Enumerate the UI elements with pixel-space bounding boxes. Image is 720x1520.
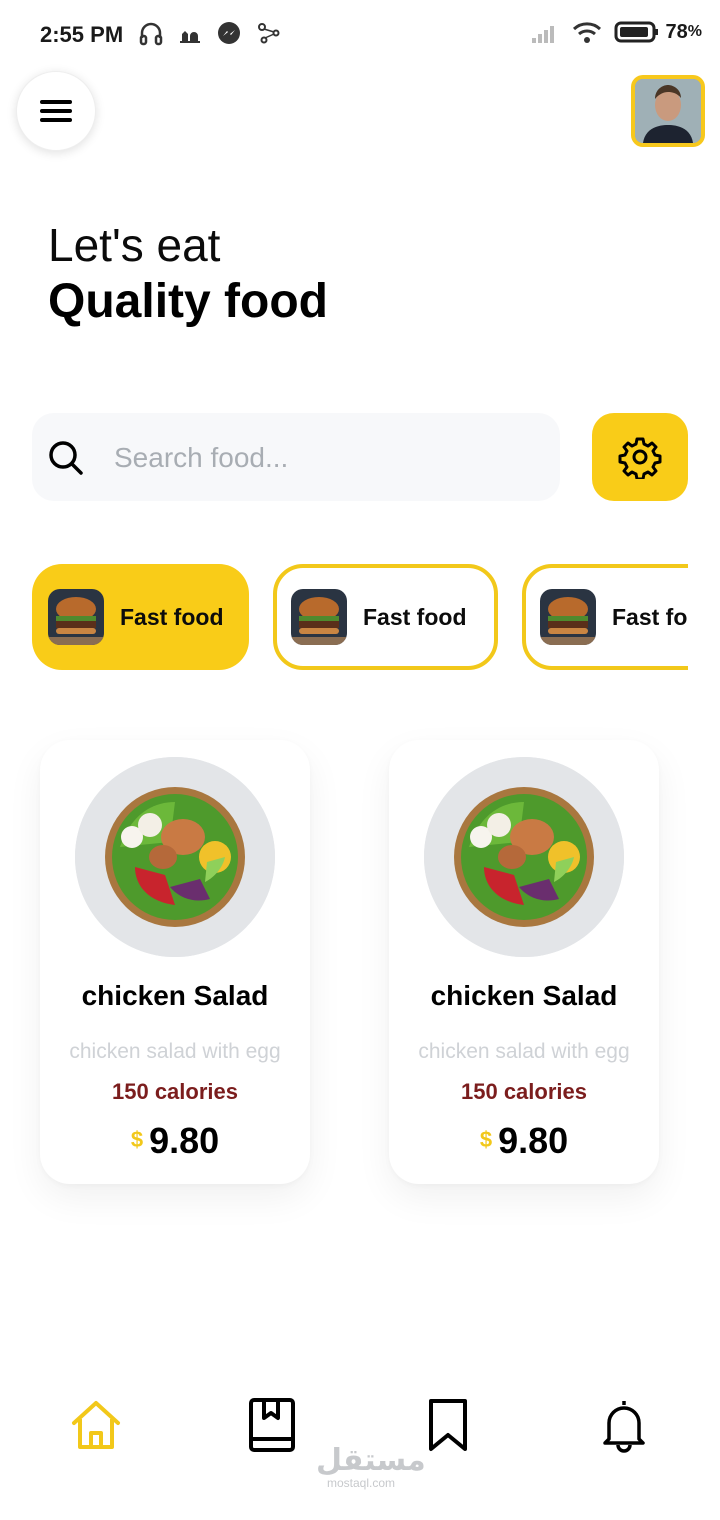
search-icon [49, 441, 83, 475]
battery-percent: 78 [665, 20, 688, 43]
hamburger-icon [40, 100, 72, 122]
food-description: chicken salad with egg [418, 1040, 630, 1063]
nav-home[interactable] [66, 1390, 126, 1460]
food-card[interactable]: chicken Salad chicken salad with egg 150… [40, 740, 310, 1184]
signal-icon [531, 26, 554, 43]
food-card[interactable]: chicken Salad chicken salad with egg 150… [389, 740, 659, 1184]
gear-icon [618, 437, 662, 479]
watermark-arabic: مستقل [316, 1443, 426, 1478]
burger-thumbnail [291, 589, 347, 645]
price-currency: $ [130, 1127, 144, 1152]
salad-image [75, 757, 275, 957]
food-title: chicken Salad [81, 980, 269, 1011]
book-icon [249, 1398, 295, 1452]
headphones-icon [139, 22, 163, 46]
battery-icon [614, 21, 658, 43]
burger-thumbnail [48, 589, 104, 645]
category-chip[interactable]: Fast food [32, 564, 249, 670]
food-description: chicken salad with egg [69, 1040, 281, 1063]
messenger-icon [218, 22, 240, 44]
price-value: 9.80 [498, 1120, 569, 1161]
salad-image [424, 757, 624, 957]
heading-greeting: Let's eat [48, 219, 221, 271]
bookmark-icon [429, 1399, 467, 1451]
category-chip[interactable]: Fast food [522, 564, 688, 670]
food-title: chicken Salad [430, 980, 618, 1011]
watermark: مستقل mostaql.com [316, 1443, 426, 1491]
menu-button[interactable] [16, 71, 96, 151]
nav-bookmarks[interactable] [418, 1390, 478, 1460]
status-bar: 2:55 PM 78% [0, 0, 720, 72]
bell-icon [603, 1401, 645, 1453]
category-label: Fast food [363, 603, 467, 630]
filter-settings-button[interactable] [592, 413, 688, 501]
category-chip[interactable]: Fast food [273, 564, 498, 670]
nav-menu-book[interactable] [242, 1390, 302, 1460]
wifi-icon [572, 22, 601, 43]
notification-icons [138, 20, 282, 46]
search-input[interactable] [114, 438, 534, 478]
watermark-latin: mostaql.com [326, 1476, 396, 1490]
status-time: 2:55 PM [40, 22, 124, 47]
price-value: 9.80 [149, 1120, 220, 1161]
mosque-icon [180, 31, 200, 43]
user-avatar[interactable] [631, 75, 705, 147]
food-calories: 150 calories [112, 1079, 238, 1104]
nav-notifications[interactable] [594, 1390, 654, 1460]
category-label: Fast food [612, 603, 688, 630]
home-icon [72, 1401, 120, 1449]
price-currency: $ [479, 1127, 493, 1152]
heading-title: Quality food [48, 275, 328, 328]
user-photo-icon [635, 79, 701, 143]
category-label: Fast food [120, 603, 224, 630]
share-nodes-icon [258, 23, 280, 44]
percent-sign: % [687, 23, 702, 40]
category-list: Fast food Fast food Fast food [32, 564, 688, 670]
food-price: $9.80 [40, 1120, 310, 1162]
system-icons: 78% [530, 20, 702, 44]
burger-thumbnail [540, 589, 596, 645]
food-calories: 150 calories [461, 1079, 587, 1104]
food-price: $9.80 [389, 1120, 659, 1162]
